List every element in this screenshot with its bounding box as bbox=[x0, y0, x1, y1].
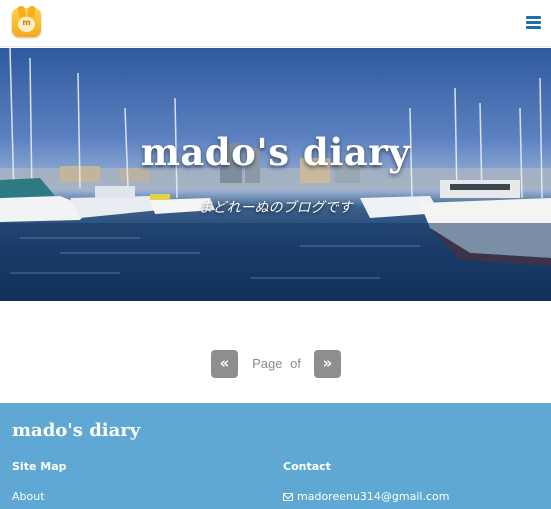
double-chevron-left-icon: « bbox=[219, 354, 230, 372]
marina-photo bbox=[0, 48, 551, 301]
of-word: of bbox=[290, 356, 301, 371]
hero-banner: mado's diary まどれーぬのブログです bbox=[0, 48, 551, 301]
site-footer: mado's diary Site Map Contact About mado… bbox=[0, 403, 551, 509]
site-header: m bbox=[0, 0, 551, 47]
footer-title: mado's diary bbox=[12, 420, 141, 441]
logo-ear-left bbox=[17, 5, 26, 18]
logo-ear-right bbox=[27, 5, 36, 18]
page-word: Page bbox=[252, 356, 283, 371]
next-page-button[interactable]: » bbox=[314, 350, 341, 378]
envelope-icon bbox=[283, 493, 293, 501]
double-chevron-right-icon: » bbox=[322, 354, 333, 372]
site-logo[interactable]: m bbox=[12, 5, 41, 37]
contact-heading: Contact bbox=[283, 460, 331, 473]
pagination: « Page of » bbox=[0, 350, 551, 378]
previous-page-button[interactable]: « bbox=[211, 350, 238, 378]
menu-bar bbox=[526, 26, 541, 29]
hero-title: mado's diary bbox=[140, 130, 411, 174]
page-indicator: Page of bbox=[241, 356, 312, 371]
hero-subtitle: まどれーぬのブログです bbox=[198, 200, 353, 216]
logo-letter: m bbox=[22, 18, 31, 27]
about-link[interactable]: About bbox=[12, 490, 45, 503]
menu-bar bbox=[526, 21, 541, 24]
menu-bar bbox=[526, 16, 541, 19]
hamburger-menu-icon[interactable] bbox=[526, 16, 541, 29]
sitemap-heading: Site Map bbox=[12, 460, 67, 473]
email-link[interactable]: madoreenu314@gmail.com bbox=[283, 490, 449, 503]
email-address: madoreenu314@gmail.com bbox=[297, 490, 450, 503]
